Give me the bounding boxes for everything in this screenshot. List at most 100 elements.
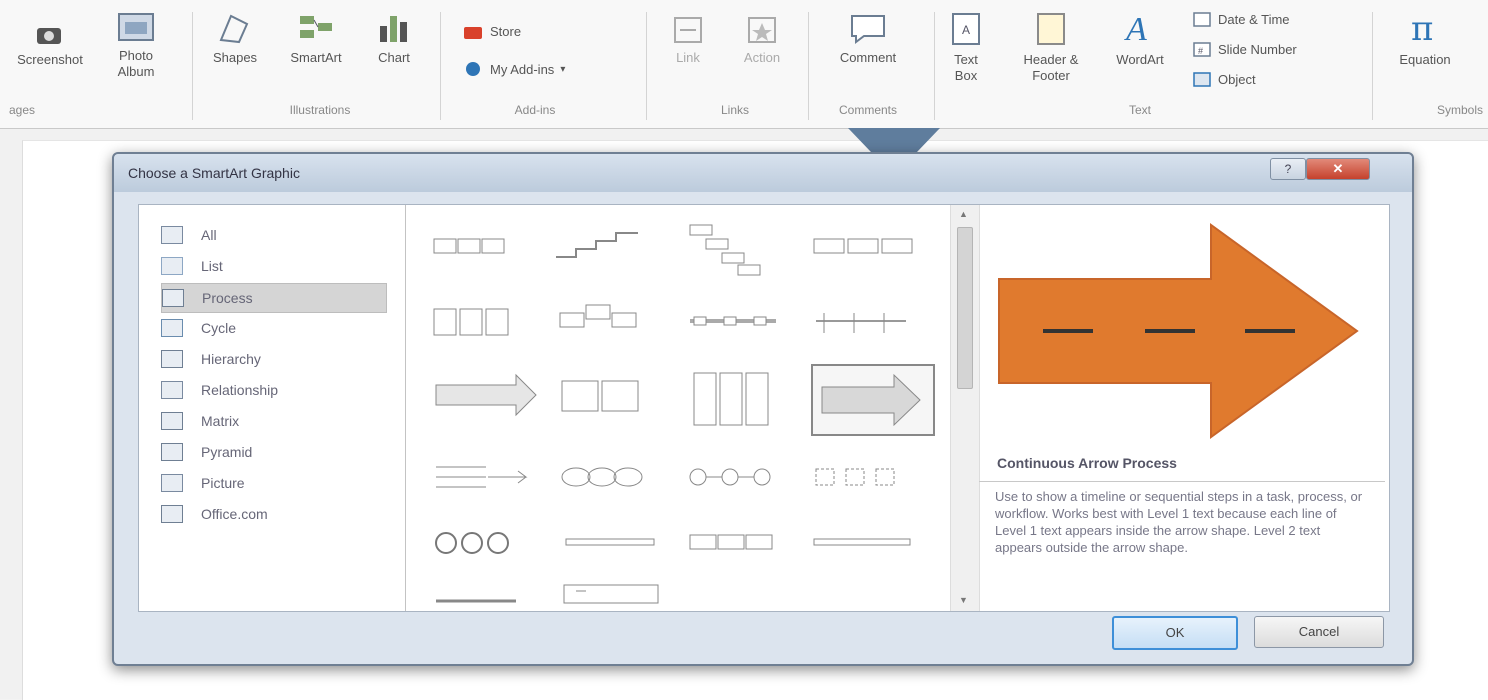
comment-label: Comment [839,50,897,65]
layout-step-down-process[interactable] [689,224,761,276]
ok-button[interactable]: OK [1112,616,1238,650]
calendar-icon [1193,12,1211,27]
layout-row-4-item-4[interactable] [815,468,895,486]
store-button[interactable]: Store [462,22,521,40]
layout-thumbnails [433,224,935,604]
camera-icon [37,28,61,44]
category-list: All List Process Cycle Hierarchy Relationship… [139,205,406,611]
separator [192,12,193,120]
category-label: All [201,227,217,243]
category-cycle[interactable]: Cycle [161,314,385,342]
category-label: Process [202,290,253,306]
dialog-titlebar[interactable]: Choose a SmartArt Graphic ? ✕ [114,154,1412,192]
category-process[interactable]: Process [161,283,387,313]
cancel-button[interactable]: Cancel [1254,616,1384,648]
layout-basic-block-process[interactable] [433,238,505,254]
chevron-down-icon: ▾ [560,63,566,75]
layout-row-6-item-2[interactable] [563,584,659,604]
category-relationship[interactable]: Relationship [161,376,385,404]
layout-continuous-block-process[interactable] [690,316,776,326]
preview-arrow-graphic [998,223,1359,439]
layout-row-5-item-1[interactable] [435,532,509,554]
text-box-button[interactable]: A Text Box [944,10,988,84]
layout-picture-accent-process[interactable] [433,308,509,336]
smartart-label: SmartArt [290,50,342,65]
office-com-icon [161,505,183,523]
screenshot-button[interactable]: Screenshot [0,20,100,68]
group-comments: Comments [838,103,897,117]
picture-icon [161,474,183,492]
question-icon: ? [1284,162,1292,176]
layout-row-5-item-2[interactable] [565,538,655,546]
layout-step-up-process[interactable] [556,232,638,258]
action-label: Action [743,50,781,65]
category-matrix[interactable]: Matrix [161,407,385,435]
layout-alternating-flow[interactable] [559,304,637,328]
group-symbols: Symbols [1436,103,1483,117]
my-addins-button[interactable]: My Add-ins ▾ [462,60,565,78]
close-button[interactable]: ✕ [1306,158,1370,180]
scrollbar-thumb[interactable] [957,227,973,389]
group-illustrations: Illustrations [289,103,351,117]
comment-button[interactable]: Comment [816,8,920,66]
smartart-icon [300,16,332,38]
header-footer-label: Header & Footer [1023,52,1079,83]
link-button[interactable]: Link [664,14,712,66]
screenshot-label: Screenshot [17,52,83,67]
photo-album-button[interactable]: Photo Album [104,10,168,80]
wordart-label: WordArt [1116,52,1164,67]
layout-process-arrows[interactable] [561,380,639,412]
layout-row-4-item-3[interactable] [689,468,771,486]
gallery-scrollbar[interactable]: ▲ ▼ [950,205,980,611]
hierarchy-icon [161,350,183,368]
text-box-label: Text Box [954,52,978,83]
layout-row-4-item-2[interactable] [561,467,643,487]
wordart-button[interactable]: A WordArt [1100,8,1180,68]
category-label: Relationship [201,382,279,398]
shapes-button[interactable]: Shapes [200,10,270,66]
smartart-button[interactable]: SmartArt [276,10,356,66]
category-picture[interactable]: Picture [161,469,385,497]
layout-row-4-item-1[interactable] [436,466,528,488]
my-addins-label: My Add-ins [490,61,555,77]
action-button[interactable]: Action [726,14,798,66]
equation-label: Equation [1399,52,1451,67]
preview-layout-description: Use to show a timeline or sequential ste… [979,481,1385,601]
category-office-com[interactable]: Office.com [161,500,385,528]
layout-row-5-item-4[interactable] [813,538,911,546]
category-label: List [201,258,223,274]
date-time-button[interactable]: Date & Time [1192,10,1290,28]
layout-increasing-arrows-process[interactable] [816,313,906,333]
object-button[interactable]: Object [1192,70,1256,88]
all-icon [161,226,183,244]
preview-layout-name: Continuous Arrow Process [997,455,1177,471]
category-pyramid[interactable]: Pyramid [161,438,385,466]
header-footer-button[interactable]: Header & Footer [1010,10,1092,84]
category-hierarchy[interactable]: Hierarchy [161,345,385,373]
category-label: Hierarchy [201,351,261,367]
category-label: Picture [201,475,245,491]
layout-continuous-arrow-process-small[interactable] [435,373,537,417]
layout-row-5-item-3[interactable] [689,534,773,550]
chart-button[interactable]: Chart [364,10,424,66]
dialog-content: All List Process Cycle Hierarchy Relationship… [138,204,1390,612]
slide-number-button[interactable]: # Slide Number [1192,40,1297,58]
category-all[interactable]: All [161,221,385,249]
chart-icon [380,16,407,42]
separator [808,12,809,120]
help-button[interactable]: ? [1270,158,1306,180]
group-text: Text [1128,103,1151,117]
equation-button[interactable]: π Equation [1380,8,1470,68]
layout-circular-bending-process[interactable] [693,372,769,426]
comment-icon [851,15,885,44]
scroll-up-icon[interactable]: ▲ [959,209,968,219]
category-list[interactable]: List [161,252,385,280]
layout-continuous-arrow-process[interactable] [811,364,935,436]
svg-text:A: A [962,23,970,37]
layout-accent-process[interactable] [813,238,913,254]
shapes-icon [219,14,249,44]
header-footer-icon [1037,13,1065,45]
scroll-down-icon[interactable]: ▼ [959,595,968,605]
category-label: Matrix [201,413,240,429]
shapes-label: Shapes [212,50,258,65]
